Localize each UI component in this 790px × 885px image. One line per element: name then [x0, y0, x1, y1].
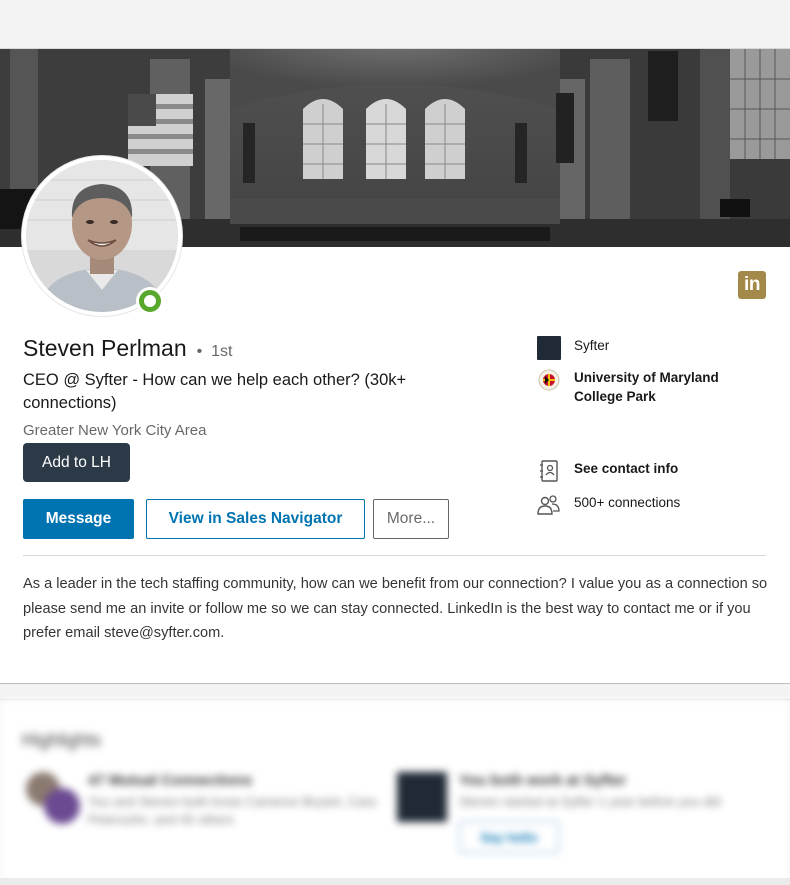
current-company-item[interactable]: Syfter — [537, 336, 609, 360]
highlights-title: Highlights — [22, 730, 102, 750]
mutual-connections-avatars — [26, 772, 82, 824]
highlight-text: Steven started at Syfter 1 year before y… — [459, 794, 721, 809]
education-label: University of Maryland College Park — [574, 370, 719, 404]
profile-summary: As a leader in the tech staffing communi… — [23, 576, 768, 641]
connection-degree: • 1st — [197, 343, 233, 361]
people-icon — [537, 493, 561, 517]
highlight-heading: 47 Mutual Connections — [88, 772, 253, 789]
profile-card: in Steven Perlman • 1st CEO @ Syfter - H… — [0, 48, 790, 684]
online-status-indicator — [136, 287, 164, 315]
company-logo-icon — [537, 336, 561, 360]
profile-name: Steven Perlman — [23, 335, 187, 361]
highlight-mutual-connections[interactable]: 47 Mutual Connections You and Steven bot… — [88, 772, 378, 829]
top-strip — [0, 0, 790, 48]
company-logo-icon — [397, 772, 447, 822]
education-item[interactable]: University of Maryland College Park — [537, 368, 739, 406]
highlight-heading: You both work at Syfter — [459, 772, 627, 789]
university-seal-icon — [537, 368, 561, 392]
avatar — [44, 788, 80, 824]
more-actions-button[interactable]: More... — [373, 499, 449, 539]
bottom-strip — [0, 878, 790, 885]
linkedin-premium-icon: in — [738, 271, 766, 299]
contact-info-link: See contact info — [574, 461, 679, 476]
say-hello-button[interactable]: Say hello — [459, 821, 559, 853]
name-row: Steven Perlman • 1st — [23, 335, 232, 362]
connections-item[interactable]: 500+ connections — [537, 493, 680, 517]
degree-separator: • — [196, 343, 203, 360]
contact-info-item[interactable]: See contact info — [537, 459, 678, 483]
highlight-text: You and Steven both know Cameron Bryant,… — [88, 794, 376, 827]
contact-card-icon — [537, 459, 561, 483]
degree-label: 1st — [211, 343, 233, 360]
message-button[interactable]: Message — [23, 499, 134, 539]
highlight-shared-company[interactable]: You both work at Syfter Steven started a… — [459, 772, 749, 853]
connections-count: 500+ connections — [574, 495, 681, 510]
profile-location: Greater New York City Area — [23, 422, 207, 439]
current-company-label: Syfter — [574, 338, 610, 353]
view-in-sales-navigator-button[interactable]: View in Sales Navigator — [146, 499, 365, 539]
profile-headline: CEO @ Syfter - How can we help each othe… — [23, 371, 407, 412]
highlights-section: Highlights 47 Mutual Connections You and… — [0, 700, 790, 885]
section-divider — [23, 555, 766, 556]
add-to-lh-button[interactable]: Add to LH — [23, 443, 130, 482]
